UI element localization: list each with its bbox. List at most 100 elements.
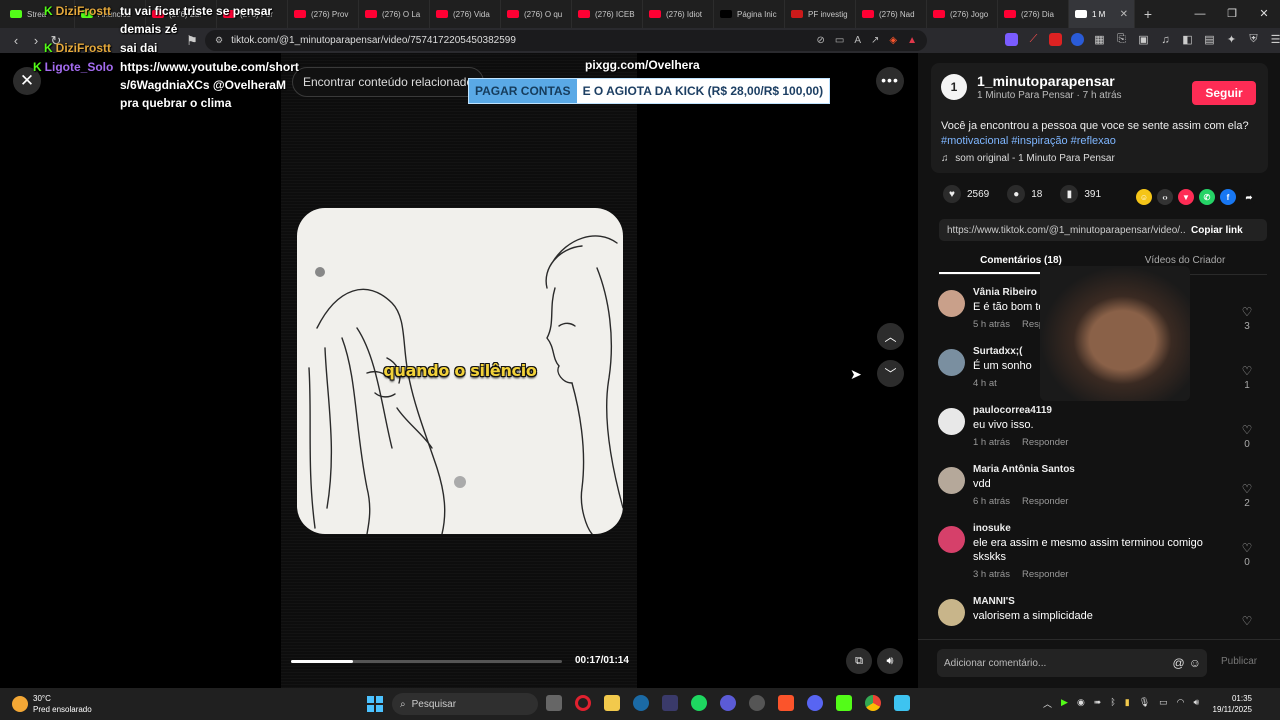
chrome-icon[interactable] [865,695,881,711]
brave-rewards-icon[interactable]: ▲ [907,35,917,46]
comment-like-button[interactable]: ♡ 3 [1237,305,1257,332]
app-icon[interactable] [749,695,765,711]
share-icon[interactable]: ↗ [871,35,879,46]
start-icon[interactable] [367,696,383,712]
browser-tab[interactable]: Página Inic [714,0,785,28]
bookmark-icon[interactable]: ▮ [1060,185,1079,203]
video-progress-bar[interactable] [291,660,562,663]
commenter-name[interactable]: Maria Antônia Santos [973,464,1075,475]
comment-input[interactable]: Adicionar comentário... @ ☺ [937,649,1207,677]
browser-tab[interactable]: (276) Nad [856,0,927,28]
commenter-name[interactable]: MANNI'S [973,596,1015,607]
bluetooth-icon[interactable]: ᛒ [1110,697,1115,710]
spotify-icon[interactable] [691,695,707,711]
clock[interactable]: 01:35 19/11/2025 [1204,693,1252,715]
speaker-icon[interactable]: 🔊︎ [1194,697,1200,710]
more-share-icon[interactable]: ➦ [1241,189,1257,205]
steam-icon[interactable] [633,695,649,711]
network-icon[interactable]: ▭ [1159,697,1168,710]
share-link-url[interactable]: https://www.tiktok.com/@1_minutoparapens… [939,225,1185,236]
volume-button[interactable]: 🔊︎ [877,648,903,674]
browser-tab[interactable]: (276) Prov [288,0,359,28]
mention-icon[interactable]: @ [1173,656,1185,670]
wallet-icon[interactable]: ▤ [1203,33,1216,46]
sound-row[interactable]: ♫ som original - 1 Minuto Para Pensar [941,153,1115,164]
commenter-name[interactable]: paulocorrea4119 [973,405,1052,416]
browser-tab[interactable]: (276) ICEB [572,0,643,28]
comment-like-button[interactable]: ♡ 0 [1237,423,1257,450]
commenter-avatar[interactable] [938,467,965,494]
site-info-icon[interactable]: ⚙ [215,35,223,46]
maximize-icon[interactable]: ❐ [1216,0,1248,28]
forward-icon[interactable]: › [26,33,46,48]
comment-like-button[interactable]: ♡ [1237,614,1257,628]
related-search-button[interactable]: Encontrar conteúdo relacionado [292,67,485,97]
facebook-share-icon[interactable]: f [1220,189,1236,205]
comment-like-button[interactable]: ♡ 2 [1237,482,1257,509]
browser-tab[interactable]: (276) Idiot [643,0,714,28]
browser-tab[interactable]: (276) O La [359,0,430,28]
commenter-name[interactable]: Vânia Ribeiro [973,287,1037,298]
hashtags[interactable]: #motivacional #inspiração #reflexao [941,134,1261,149]
vpn-icon[interactable]: ⛨ [1247,33,1260,46]
publish-button[interactable]: Publicar [1221,656,1257,667]
extensions-icon[interactable]: ✦ [1225,33,1238,46]
extension-icon[interactable]: ⎘ [1115,33,1128,46]
minimize-icon[interactable]: — [1184,0,1216,28]
floating-player-button[interactable]: ⧉ [846,648,872,674]
tracking-icon[interactable]: ⊘ [816,35,824,46]
sidebar-icon[interactable]: ◧ [1181,33,1194,46]
task-view-icon[interactable] [546,695,562,711]
commenter-avatar[interactable] [938,599,965,626]
emoji-icon[interactable]: ☺ [1189,656,1201,670]
browser-tab[interactable]: (276) Vida [430,0,501,28]
kick-icon[interactable] [836,695,852,711]
comment-icon[interactable]: ● [1007,185,1026,203]
reply-button[interactable]: Responder [1022,569,1068,580]
copy-link-button[interactable]: Copiar link [1185,225,1243,236]
app-icon[interactable] [720,695,736,711]
tray-icon[interactable]: ▶ [1061,697,1068,710]
extension-icon[interactable]: ⟋ [1027,33,1040,46]
bookmark-icon[interactable]: ⚑ [182,33,202,49]
tray-icon[interactable]: ▮ [1125,697,1130,710]
previous-video-button[interactable]: ︿ [877,323,904,350]
reply-button[interactable]: Responder [1022,437,1068,448]
like-icon[interactable]: ♥ [943,185,961,203]
brave-icon[interactable] [778,695,794,711]
embed-share-icon[interactable]: ‹› [1157,189,1173,205]
microphone-icon[interactable]: 🎙︎ [1139,697,1150,710]
translate-icon[interactable]: A [854,35,861,46]
close-window-icon[interactable]: ✕ [1248,0,1280,28]
comment-like-button[interactable]: ♡ 1 [1237,364,1257,391]
file-explorer-icon[interactable] [604,695,620,711]
commenter-name[interactable]: Surtadxx;( [973,346,1022,357]
browser-tab[interactable]: PF investig [785,0,856,28]
notepad-icon[interactable] [894,695,910,711]
extension-icon[interactable] [1049,33,1062,46]
weather-widget[interactable]: 30°C Pred ensolarado [12,693,92,715]
close-tab-icon[interactable]: ✕ [1120,9,1128,20]
media-icon[interactable]: ♫ [1159,33,1172,46]
comment-like-button[interactable]: ♡ 0 [1237,541,1257,568]
commenter-avatar[interactable] [938,349,965,376]
app-icon[interactable] [662,695,678,711]
cast-icon[interactable]: ▭ [835,35,844,46]
address-bar[interactable]: ⚙ tiktok.com/@1_minutoparapensar/video/7… [205,30,927,51]
extension-icon[interactable] [1071,33,1084,46]
reply-button[interactable]: Responder [1022,496,1068,507]
menu-icon[interactable]: ☰ [1269,33,1280,46]
browser-tab[interactable]: (276) Dia [998,0,1069,28]
commenter-avatar[interactable] [938,408,965,435]
tray-icon[interactable]: ➠ [1094,697,1102,710]
author-handle[interactable]: 1_minutoparapensar [977,73,1115,89]
opera-icon[interactable] [575,695,591,711]
author-avatar[interactable]: 1 [941,74,967,100]
wifi-icon[interactable]: ◠ [1177,697,1185,710]
more-options-button[interactable]: ••• [876,67,904,95]
extension-icon[interactable]: ▣ [1137,33,1150,46]
whatsapp-share-icon[interactable]: ✆ [1199,189,1215,205]
commenter-name[interactable]: inosuke [973,523,1011,534]
follow-button[interactable]: Seguir [1192,81,1256,105]
browser-tab[interactable]: (276) O qu [501,0,572,28]
